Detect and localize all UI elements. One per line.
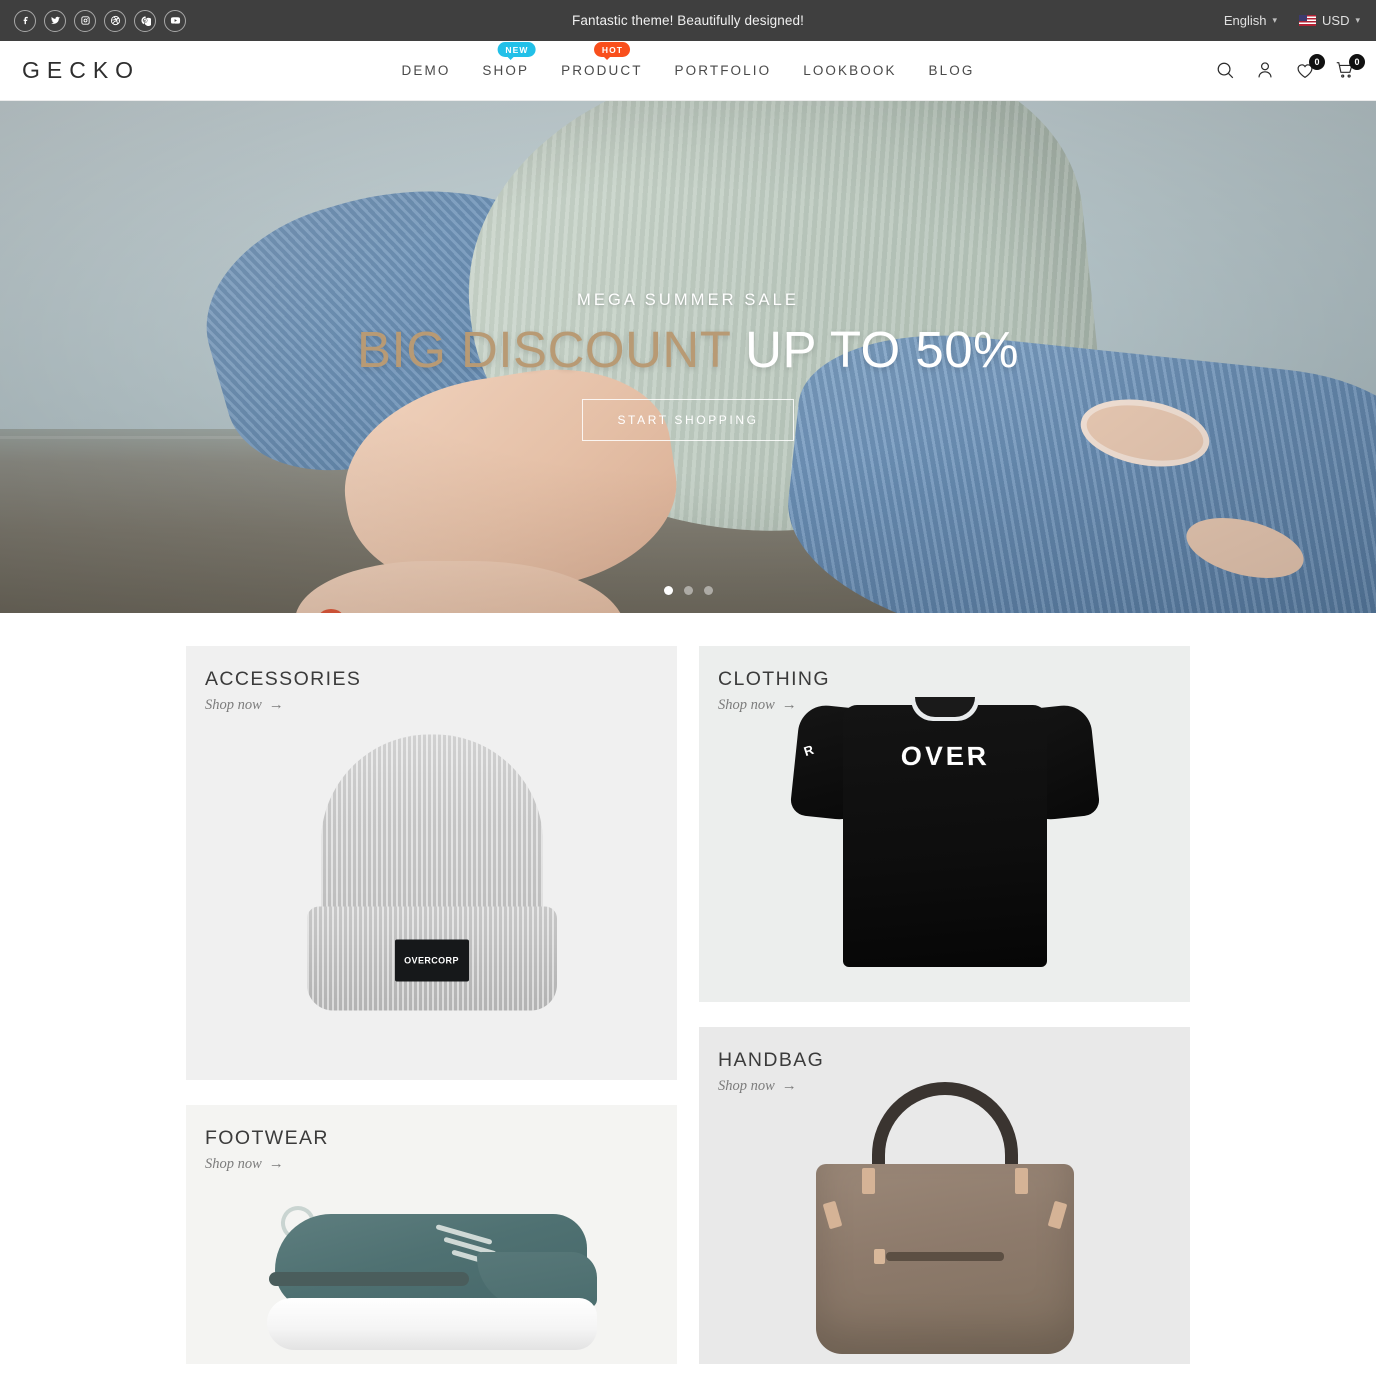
shop-now-link[interactable]: Shop now → <box>718 697 830 714</box>
beanie-brand-label: OVERCORP <box>404 955 459 966</box>
nav-label: DEMO <box>401 63 451 78</box>
nav-badge-hot: HOT <box>593 42 631 60</box>
hero-title-accent: BIG DISCOUNT <box>357 321 731 378</box>
currency-selector[interactable]: USD ▾ <box>1299 13 1360 28</box>
nav-item-lookbook[interactable]: LOOKBOOK <box>803 59 896 82</box>
carousel-dots <box>0 586 1376 595</box>
beanie-brand-patch: OVERCORP <box>394 939 469 982</box>
shop-now-label: Shop now <box>205 1156 262 1172</box>
nav-label: PORTFOLIO <box>674 63 772 78</box>
language-label: English <box>1223 13 1267 28</box>
nav-item-blog[interactable]: BLOG <box>929 59 975 82</box>
arrow-right-icon: → <box>781 1078 797 1094</box>
category-title: HANDBAG <box>718 1049 825 1071</box>
currency-label: USD <box>1322 13 1350 28</box>
category-card-accessories[interactable]: ACCESSORIES Shop now → OVERCORP <box>186 646 677 1080</box>
cart-icon[interactable]: 0 <box>1334 53 1365 83</box>
shop-now-label: Shop now <box>205 697 262 713</box>
nav-label: BLOG <box>928 63 975 78</box>
us-flag-icon <box>1299 15 1317 26</box>
carousel-dot-1[interactable] <box>663 586 673 595</box>
top-bar: Fantastic theme! Beautifully designed! E… <box>0 0 1376 41</box>
category-card-header: CLOTHING Shop now → <box>718 668 830 714</box>
arrow-right-icon: → <box>268 697 284 713</box>
carousel-dot-3[interactable] <box>703 586 713 595</box>
pinterest-icon[interactable] <box>134 9 156 32</box>
category-card-header: HANDBAG Shop now → <box>718 1049 824 1095</box>
cart-count: 0 <box>1349 53 1365 70</box>
nav-item-product[interactable]: HOT PRODUCT <box>561 42 643 82</box>
shop-now-link[interactable]: Shop now → <box>718 1078 824 1095</box>
nav-label: PRODUCT <box>561 63 643 78</box>
hero-title-main: UP TO 50% <box>745 321 1019 378</box>
facebook-icon[interactable] <box>14 9 36 32</box>
main-navigation: DEMO NEW SHOP HOT PRODUCT PORTFOLIO LOOK… <box>0 42 1376 82</box>
dribbble-icon[interactable] <box>104 9 126 32</box>
nav-label: LOOKBOOK <box>803 63 897 78</box>
search-icon[interactable] <box>1214 59 1238 83</box>
wishlist-count: 0 <box>1309 53 1325 70</box>
category-title: CLOTHING <box>718 668 830 690</box>
hero-title: BIG DISCOUNT UP TO 50% <box>0 322 1376 377</box>
top-bar-right: English ▾ USD ▾ <box>1224 13 1376 28</box>
wishlist-heart-icon[interactable]: 0 <box>1294 53 1325 83</box>
category-column-left: ACCESSORIES Shop now → OVERCORP FOOTWEAR… <box>186 646 677 1364</box>
category-card-footwear[interactable]: FOOTWEAR Shop now → <box>186 1105 677 1364</box>
shop-now-label: Shop now <box>718 697 775 713</box>
youtube-icon[interactable] <box>164 9 186 32</box>
nav-item-shop[interactable]: NEW SHOP <box>482 42 536 82</box>
shop-now-link[interactable]: Shop now → <box>205 1156 329 1173</box>
category-title: ACCESSORIES <box>205 668 362 690</box>
tshirt-print-label: OVER <box>898 741 991 771</box>
category-column-right: CLOTHING Shop now → OVER R HANDBAG Shop … <box>699 646 1190 1364</box>
chevron-down-icon: ▾ <box>1272 15 1278 25</box>
hero-slider: MEGA SUMMER SALE BIG DISCOUNT UP TO 50% … <box>0 101 1376 613</box>
carousel-dot-2[interactable] <box>683 586 693 595</box>
promo-message: Fantastic theme! Beautifully designed! <box>572 13 804 28</box>
arrow-right-icon: → <box>268 1156 284 1172</box>
category-title: FOOTWEAR <box>205 1127 329 1149</box>
start-shopping-button[interactable]: START SHOPPING <box>582 399 794 442</box>
chevron-down-icon: ▾ <box>1355 15 1360 25</box>
nav-label: SHOP <box>482 63 530 78</box>
nav-item-demo[interactable]: DEMO <box>402 59 451 82</box>
hero-content: MEGA SUMMER SALE BIG DISCOUNT UP TO 50% … <box>0 291 1376 442</box>
language-selector[interactable]: English ▾ <box>1224 13 1277 28</box>
shop-now-label: Shop now <box>718 1078 775 1094</box>
social-links <box>0 9 186 32</box>
shop-now-link[interactable]: Shop now → <box>205 697 361 714</box>
instagram-icon[interactable] <box>74 9 96 32</box>
category-grid: ACCESSORIES Shop now → OVERCORP FOOTWEAR… <box>0 613 1376 1364</box>
nav-badge-new: NEW <box>497 42 536 60</box>
header-icons: 0 0 <box>1214 53 1376 83</box>
nav-item-portfolio[interactable]: PORTFOLIO <box>675 59 772 82</box>
twitter-icon[interactable] <box>44 9 66 32</box>
category-card-header: FOOTWEAR Shop now → <box>205 1127 329 1173</box>
arrow-right-icon: → <box>781 697 797 713</box>
site-logo[interactable]: GECKO <box>0 57 140 84</box>
site-header: GECKO DEMO NEW SHOP HOT PRODUCT PORTFOLI… <box>0 41 1376 101</box>
hero-subtitle: MEGA SUMMER SALE <box>577 291 799 309</box>
category-card-handbag[interactable]: HANDBAG Shop now → <box>699 1027 1190 1364</box>
category-card-clothing[interactable]: CLOTHING Shop now → OVER R <box>699 646 1190 1002</box>
category-card-header: ACCESSORIES Shop now → <box>205 668 361 714</box>
account-icon[interactable] <box>1254 59 1278 83</box>
